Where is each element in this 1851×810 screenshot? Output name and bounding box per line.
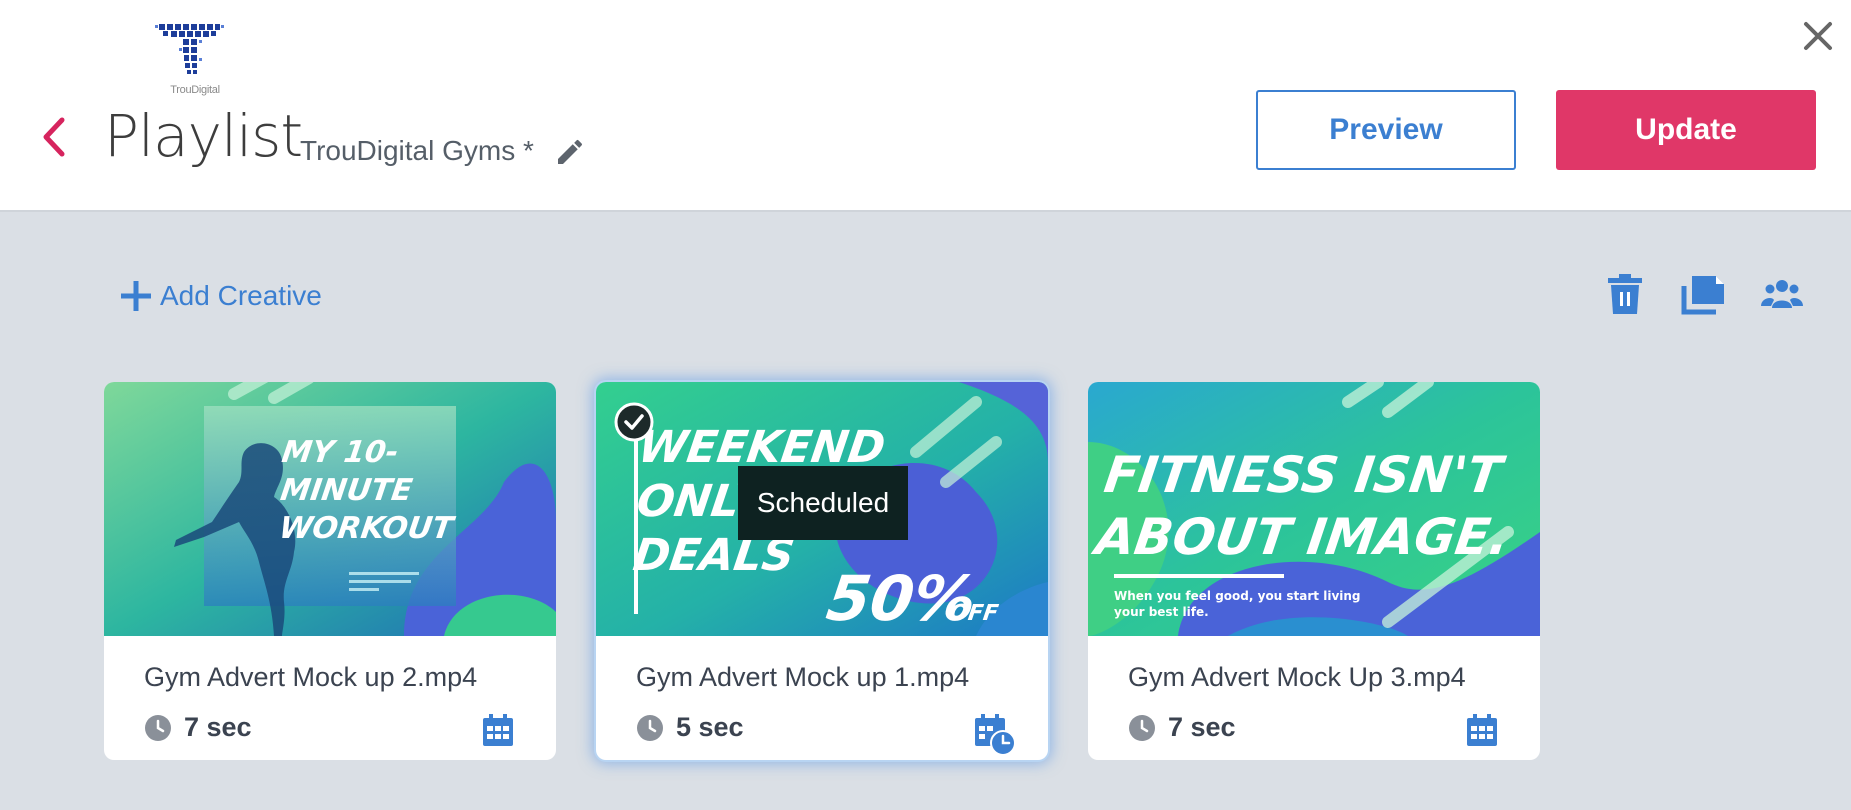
creative-card[interactable]: WEEKEND ONLY DEALS 50% OFF Scheduled Gym… xyxy=(596,382,1048,760)
duration-label: 5 sec xyxy=(676,712,744,742)
edit-pencil-icon[interactable] xyxy=(554,136,586,168)
group-icon[interactable] xyxy=(1760,272,1804,316)
clock-icon xyxy=(1129,714,1155,741)
update-button[interactable]: Update xyxy=(1556,90,1816,170)
preview-button[interactable]: Preview xyxy=(1256,90,1516,170)
playlist-name: TrouDigital Gyms * xyxy=(300,135,534,166)
svg-text:OFF: OFF xyxy=(948,600,1000,626)
troudigital-logo: TrouDigital xyxy=(155,22,235,102)
duration-row: 7 sec xyxy=(144,712,252,743)
svg-text:MY 10-: MY 10- xyxy=(280,435,401,470)
selected-check-icon[interactable] xyxy=(614,402,654,442)
calendar-icon[interactable] xyxy=(1464,712,1500,748)
add-creative-label: Add Creative xyxy=(160,280,322,311)
creative-thumbnail: MY 10- MINUTE WORKOUT xyxy=(104,382,556,636)
svg-text:your best life.: your best life. xyxy=(1114,605,1209,619)
header-bar: TrouDigital Playlist TrouDigital Gyms * … xyxy=(0,0,1851,212)
close-icon[interactable] xyxy=(1800,18,1836,54)
clock-icon xyxy=(637,714,663,741)
duration-label: 7 sec xyxy=(1168,712,1236,742)
scheduled-tooltip: Scheduled xyxy=(738,466,908,540)
svg-text:ABOUT IMAGE.: ABOUT IMAGE. xyxy=(1088,507,1513,566)
svg-text:When you feel good, you start: When you feel good, you start living xyxy=(1114,589,1361,603)
creative-card[interactable]: FITNESS ISN'T ABOUT IMAGE. When you feel… xyxy=(1088,382,1540,760)
add-creative-button[interactable]: Add Creative xyxy=(118,276,322,316)
duration-row: 7 sec xyxy=(1128,712,1236,743)
creative-card[interactable]: MY 10- MINUTE WORKOUT Gym Advert Mock up… xyxy=(104,382,556,760)
plus-icon xyxy=(121,281,151,311)
back-button[interactable] xyxy=(34,112,74,162)
trash-icon[interactable] xyxy=(1603,272,1647,316)
calendar-scheduled-icon[interactable] xyxy=(972,712,1016,756)
duration-row: 5 sec xyxy=(636,712,744,743)
calendar-icon[interactable] xyxy=(480,712,516,748)
creative-name: Gym Advert Mock Up 3.mp4 xyxy=(1128,662,1466,692)
svg-text:FITNESS ISN'T: FITNESS ISN'T xyxy=(1101,445,1509,504)
creative-name: Gym Advert Mock up 1.mp4 xyxy=(636,662,970,692)
duration-label: 7 sec xyxy=(184,712,252,742)
svg-text:WORKOUT: WORKOUT xyxy=(277,511,458,546)
creative-thumbnail: FITNESS ISN'T ABOUT IMAGE. When you feel… xyxy=(1088,382,1540,636)
clock-icon xyxy=(145,714,171,741)
copy-icon[interactable] xyxy=(1680,272,1724,316)
svg-text:MINUTE: MINUTE xyxy=(278,473,415,508)
page-title: Playlist xyxy=(104,102,303,170)
logo-text: TrouDigital xyxy=(170,84,220,96)
creative-name: Gym Advert Mock up 2.mp4 xyxy=(144,662,478,692)
